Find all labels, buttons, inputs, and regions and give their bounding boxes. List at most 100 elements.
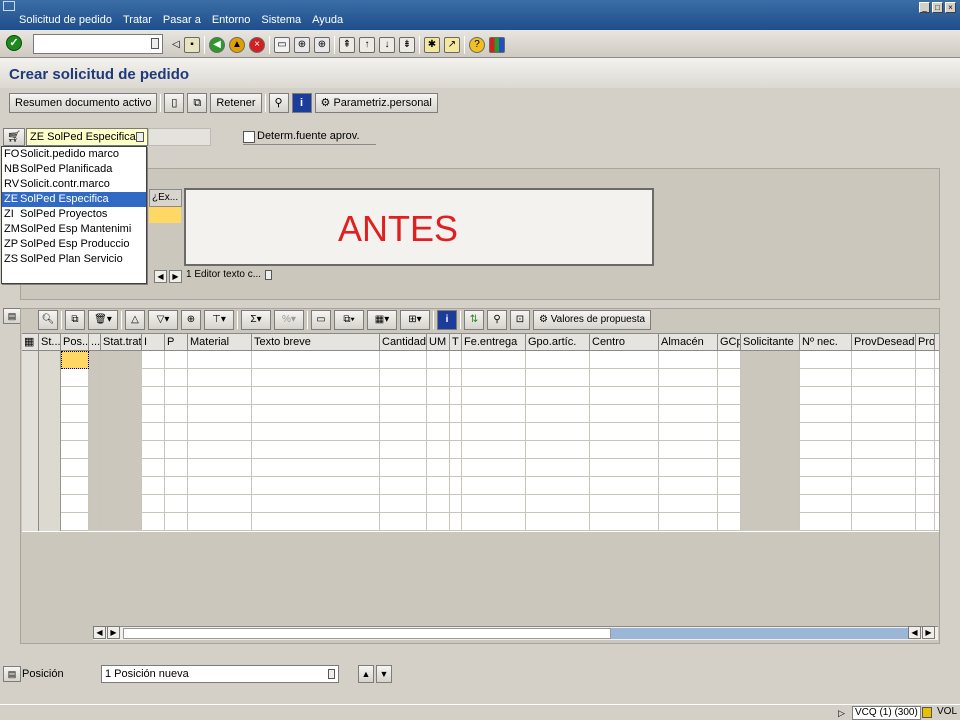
- table-cell[interactable]: [61, 495, 89, 513]
- document-type-option[interactable]: ZE SolPed Especifica: [2, 192, 146, 207]
- table-cell[interactable]: [590, 477, 659, 495]
- table-cell[interactable]: [61, 459, 89, 477]
- document-type-option[interactable]: ZS SolPed Plan Servicio: [2, 252, 146, 267]
- column-header[interactable]: Gpo.artíc.: [526, 334, 590, 350]
- print-icon[interactable]: ▭: [274, 37, 290, 53]
- table-cell[interactable]: [718, 513, 741, 531]
- table-cell[interactable]: [61, 351, 89, 369]
- menu-tratar[interactable]: Tratar: [123, 14, 152, 26]
- scroll-left-icon[interactable]: ◀: [93, 626, 106, 639]
- table-cell[interactable]: [380, 369, 427, 387]
- table-cell[interactable]: [800, 495, 852, 513]
- table-cell[interactable]: [852, 441, 916, 459]
- table-cell[interactable]: [142, 495, 165, 513]
- table-cell[interactable]: [61, 369, 89, 387]
- find-icon[interactable]: ⊕: [181, 310, 201, 330]
- table-cell[interactable]: [800, 477, 852, 495]
- table-cell[interactable]: [450, 405, 462, 423]
- table-cell[interactable]: [61, 441, 89, 459]
- column-header[interactable]: Stat.trat.: [101, 334, 142, 350]
- column-header[interactable]: ...: [89, 334, 101, 350]
- document-type-option[interactable]: ZP SolPed Esp Produccio: [2, 237, 146, 252]
- table-cell[interactable]: [852, 513, 916, 531]
- table-cell[interactable]: [800, 351, 852, 369]
- table-cell[interactable]: [39, 477, 61, 495]
- table-cell[interactable]: [659, 477, 718, 495]
- table-cell[interactable]: [142, 387, 165, 405]
- table-cell[interactable]: [659, 369, 718, 387]
- table-cell[interactable]: [800, 513, 852, 531]
- column-header[interactable]: Nº nec.: [800, 334, 852, 350]
- table-cell[interactable]: [852, 459, 916, 477]
- info-icon[interactable]: i: [437, 310, 457, 330]
- last-page-icon[interactable]: ⇟: [399, 37, 415, 53]
- row-selector[interactable]: [22, 459, 39, 477]
- table-cell[interactable]: [450, 477, 462, 495]
- table-cell[interactable]: [252, 369, 380, 387]
- save-icon[interactable]: ▪: [184, 37, 200, 53]
- filter-icon[interactable]: ▽▾: [148, 310, 178, 330]
- table-cell[interactable]: [39, 369, 61, 387]
- table-cell[interactable]: [61, 513, 89, 531]
- table-cell[interactable]: [380, 423, 427, 441]
- table-cell[interactable]: [165, 369, 188, 387]
- table-cell[interactable]: [142, 477, 165, 495]
- table-cell[interactable]: [188, 495, 252, 513]
- menu-pasar-a[interactable]: Pasar a: [163, 14, 201, 26]
- back-icon[interactable]: ◀: [209, 37, 225, 53]
- column-header[interactable]: UM: [427, 334, 450, 350]
- table-cell[interactable]: [718, 459, 741, 477]
- table-cell[interactable]: [659, 513, 718, 531]
- table-cell[interactable]: [659, 495, 718, 513]
- row-selector[interactable]: [22, 405, 39, 423]
- table-cell[interactable]: [718, 387, 741, 405]
- table-cell[interactable]: [39, 459, 61, 477]
- details-icon[interactable]: 🔍︎: [38, 310, 58, 330]
- system-menu-icon[interactable]: [3, 1, 15, 11]
- scroll-left-icon[interactable]: ◀: [154, 270, 167, 283]
- table-cell[interactable]: [427, 495, 450, 513]
- table-cell[interactable]: [526, 477, 590, 495]
- row-selector[interactable]: [22, 495, 39, 513]
- scroll-left-icon[interactable]: ◀: [908, 626, 921, 639]
- column-header[interactable]: GCp: [718, 334, 741, 350]
- table-cell[interactable]: [142, 459, 165, 477]
- table-cell[interactable]: [61, 405, 89, 423]
- table-cell[interactable]: [462, 387, 526, 405]
- table-cell[interactable]: [380, 387, 427, 405]
- table-cell[interactable]: [462, 477, 526, 495]
- table-cell[interactable]: [252, 495, 380, 513]
- table-cell[interactable]: [39, 387, 61, 405]
- table-cell[interactable]: [61, 423, 89, 441]
- table-cell[interactable]: [427, 351, 450, 369]
- table-cell[interactable]: [718, 423, 741, 441]
- column-header[interactable]: Pos...: [61, 334, 89, 350]
- table-cell[interactable]: [590, 369, 659, 387]
- delete-icon[interactable]: 🗑︎▾: [88, 310, 118, 330]
- column-header[interactable]: P: [165, 334, 188, 350]
- table-cell[interactable]: [659, 405, 718, 423]
- help-icon[interactable]: ?: [469, 37, 485, 53]
- table-cell[interactable]: [718, 441, 741, 459]
- dropdown-arrow-icon[interactable]: [328, 669, 335, 679]
- table-cell[interactable]: [450, 369, 462, 387]
- table-cell[interactable]: [800, 387, 852, 405]
- column-header[interactable]: ProvDesead: [852, 334, 916, 350]
- ex-column-header[interactable]: ¿Ex...: [149, 189, 182, 207]
- status-expand-icon[interactable]: ▷: [838, 708, 845, 719]
- sort-ascending-icon[interactable]: △: [125, 310, 145, 330]
- table-cell[interactable]: [39, 495, 61, 513]
- table-cell[interactable]: [916, 351, 935, 369]
- table-cell[interactable]: [450, 351, 462, 369]
- table-cell[interactable]: [252, 387, 380, 405]
- table-cell[interactable]: [718, 351, 741, 369]
- info-icon[interactable]: i: [291, 93, 312, 113]
- command-history-icon[interactable]: [151, 38, 159, 49]
- table-cell[interactable]: [142, 369, 165, 387]
- row-selector[interactable]: [22, 387, 39, 405]
- table-cell[interactable]: [526, 513, 590, 531]
- editor-type-select[interactable]: 1 Editor texto c...: [184, 268, 274, 284]
- table-cell[interactable]: [427, 387, 450, 405]
- table-cell[interactable]: [526, 369, 590, 387]
- scroll-right-icon[interactable]: ▶: [107, 626, 120, 639]
